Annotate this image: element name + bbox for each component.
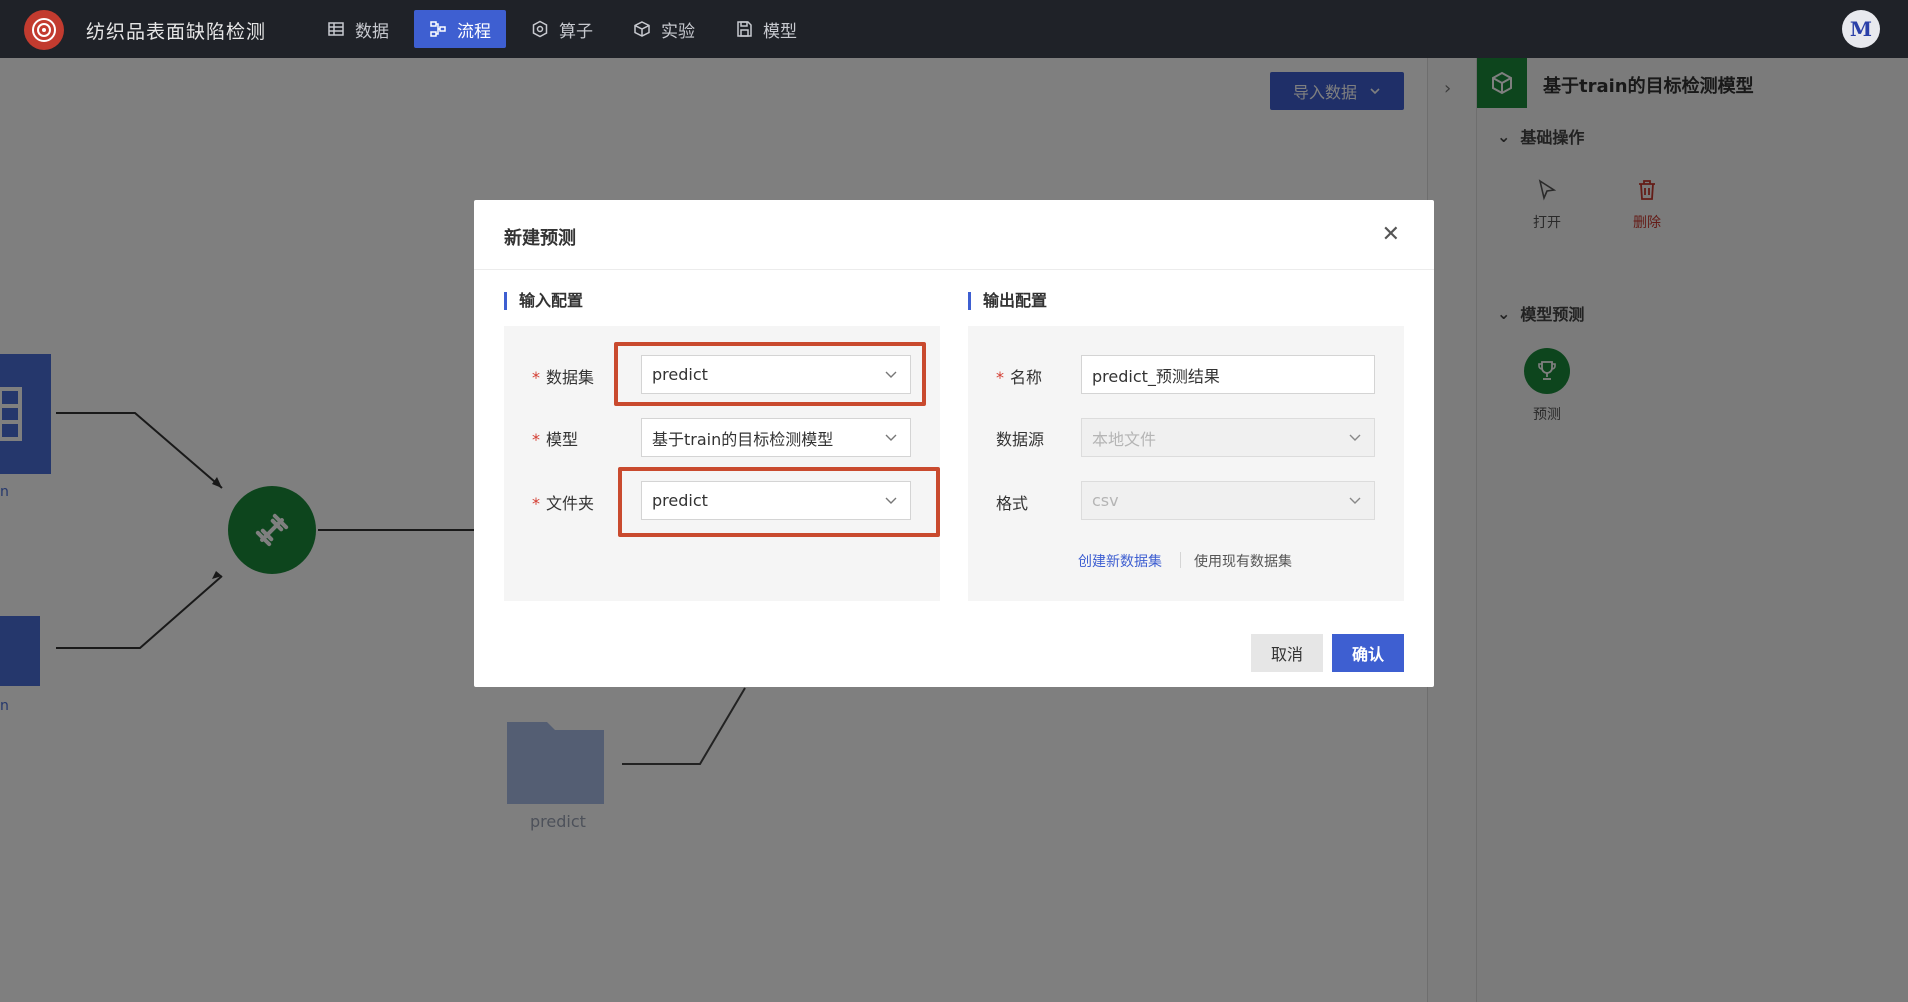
name-input[interactable]: predict_预测结果 (1081, 355, 1375, 394)
dataset-label: * 数据集 (532, 368, 595, 387)
nav-label: 实验 (661, 21, 695, 42)
datasource-label: 数据源 (996, 430, 1045, 449)
datasource-select: 本地文件 (1081, 418, 1375, 457)
input-config-title: 输入配置 (504, 292, 583, 310)
model-label: * 模型 (532, 430, 579, 449)
format-label: 格式 (996, 494, 1029, 513)
nav-item-operator[interactable]: 算子 (516, 10, 608, 48)
main-nav: 数据 流程 算子 实验 模型 (312, 10, 822, 48)
save-icon (737, 21, 752, 37)
name-label: * 名称 (996, 368, 1043, 387)
nav-label: 模型 (763, 21, 797, 42)
cube-icon (634, 21, 650, 37)
dialog-title: 新建预测 (504, 228, 576, 249)
user-avatar[interactable]: M (1842, 10, 1880, 48)
nav-item-data[interactable]: 数据 (312, 10, 404, 48)
confirm-button[interactable]: 确认 (1332, 634, 1404, 672)
app-title: 纺织品表面缺陷检测 (86, 21, 267, 43)
nav-label: 流程 (457, 21, 491, 42)
nav-label: 算子 (559, 21, 593, 42)
table-icon (328, 22, 344, 36)
nav-item-model[interactable]: 模型 (720, 10, 812, 48)
dialog-header: 新建预测 ✕ (474, 200, 1434, 270)
use-existing-dataset-link[interactable]: 使用现有数据集 (1194, 551, 1292, 571)
model-value: 基于train的目标检测模型 (652, 429, 834, 449)
flow-icon (430, 21, 446, 37)
datasource-value: 本地文件 (1092, 429, 1157, 449)
output-config-title: 输出配置 (968, 292, 1047, 310)
hexagon-icon (532, 20, 548, 38)
nav-label: 数据 (355, 21, 389, 42)
format-select: csv (1081, 481, 1375, 520)
app-logo-icon[interactable] (24, 10, 64, 50)
nav-item-experiment[interactable]: 实验 (618, 10, 710, 48)
close-icon[interactable]: ✕ (1382, 222, 1400, 247)
spiral-icon (32, 18, 56, 42)
chevron-down-icon (1349, 497, 1361, 504)
chevron-down-icon (1349, 434, 1361, 441)
format-value: csv (1092, 491, 1119, 510)
new-prediction-dialog: 新建预测 ✕ 输入配置 * 数据集 predict * 模型 基于train的目标检… (474, 200, 1434, 687)
cancel-button[interactable]: 取消 (1251, 634, 1323, 672)
nav-item-flow[interactable]: 流程 (414, 10, 506, 48)
model-select[interactable]: 基于train的目标检测模型 (641, 418, 911, 457)
create-new-dataset-link[interactable]: 创建新数据集 (1078, 551, 1162, 571)
link-divider (1180, 552, 1181, 568)
folder-label: * 文件夹 (532, 494, 595, 513)
chevron-down-icon (885, 434, 897, 441)
highlight-box (618, 467, 940, 537)
highlight-box (614, 342, 926, 406)
top-bar: 纺织品表面缺陷检测 数据 流程 算子 实验 模型 M (0, 0, 1908, 58)
